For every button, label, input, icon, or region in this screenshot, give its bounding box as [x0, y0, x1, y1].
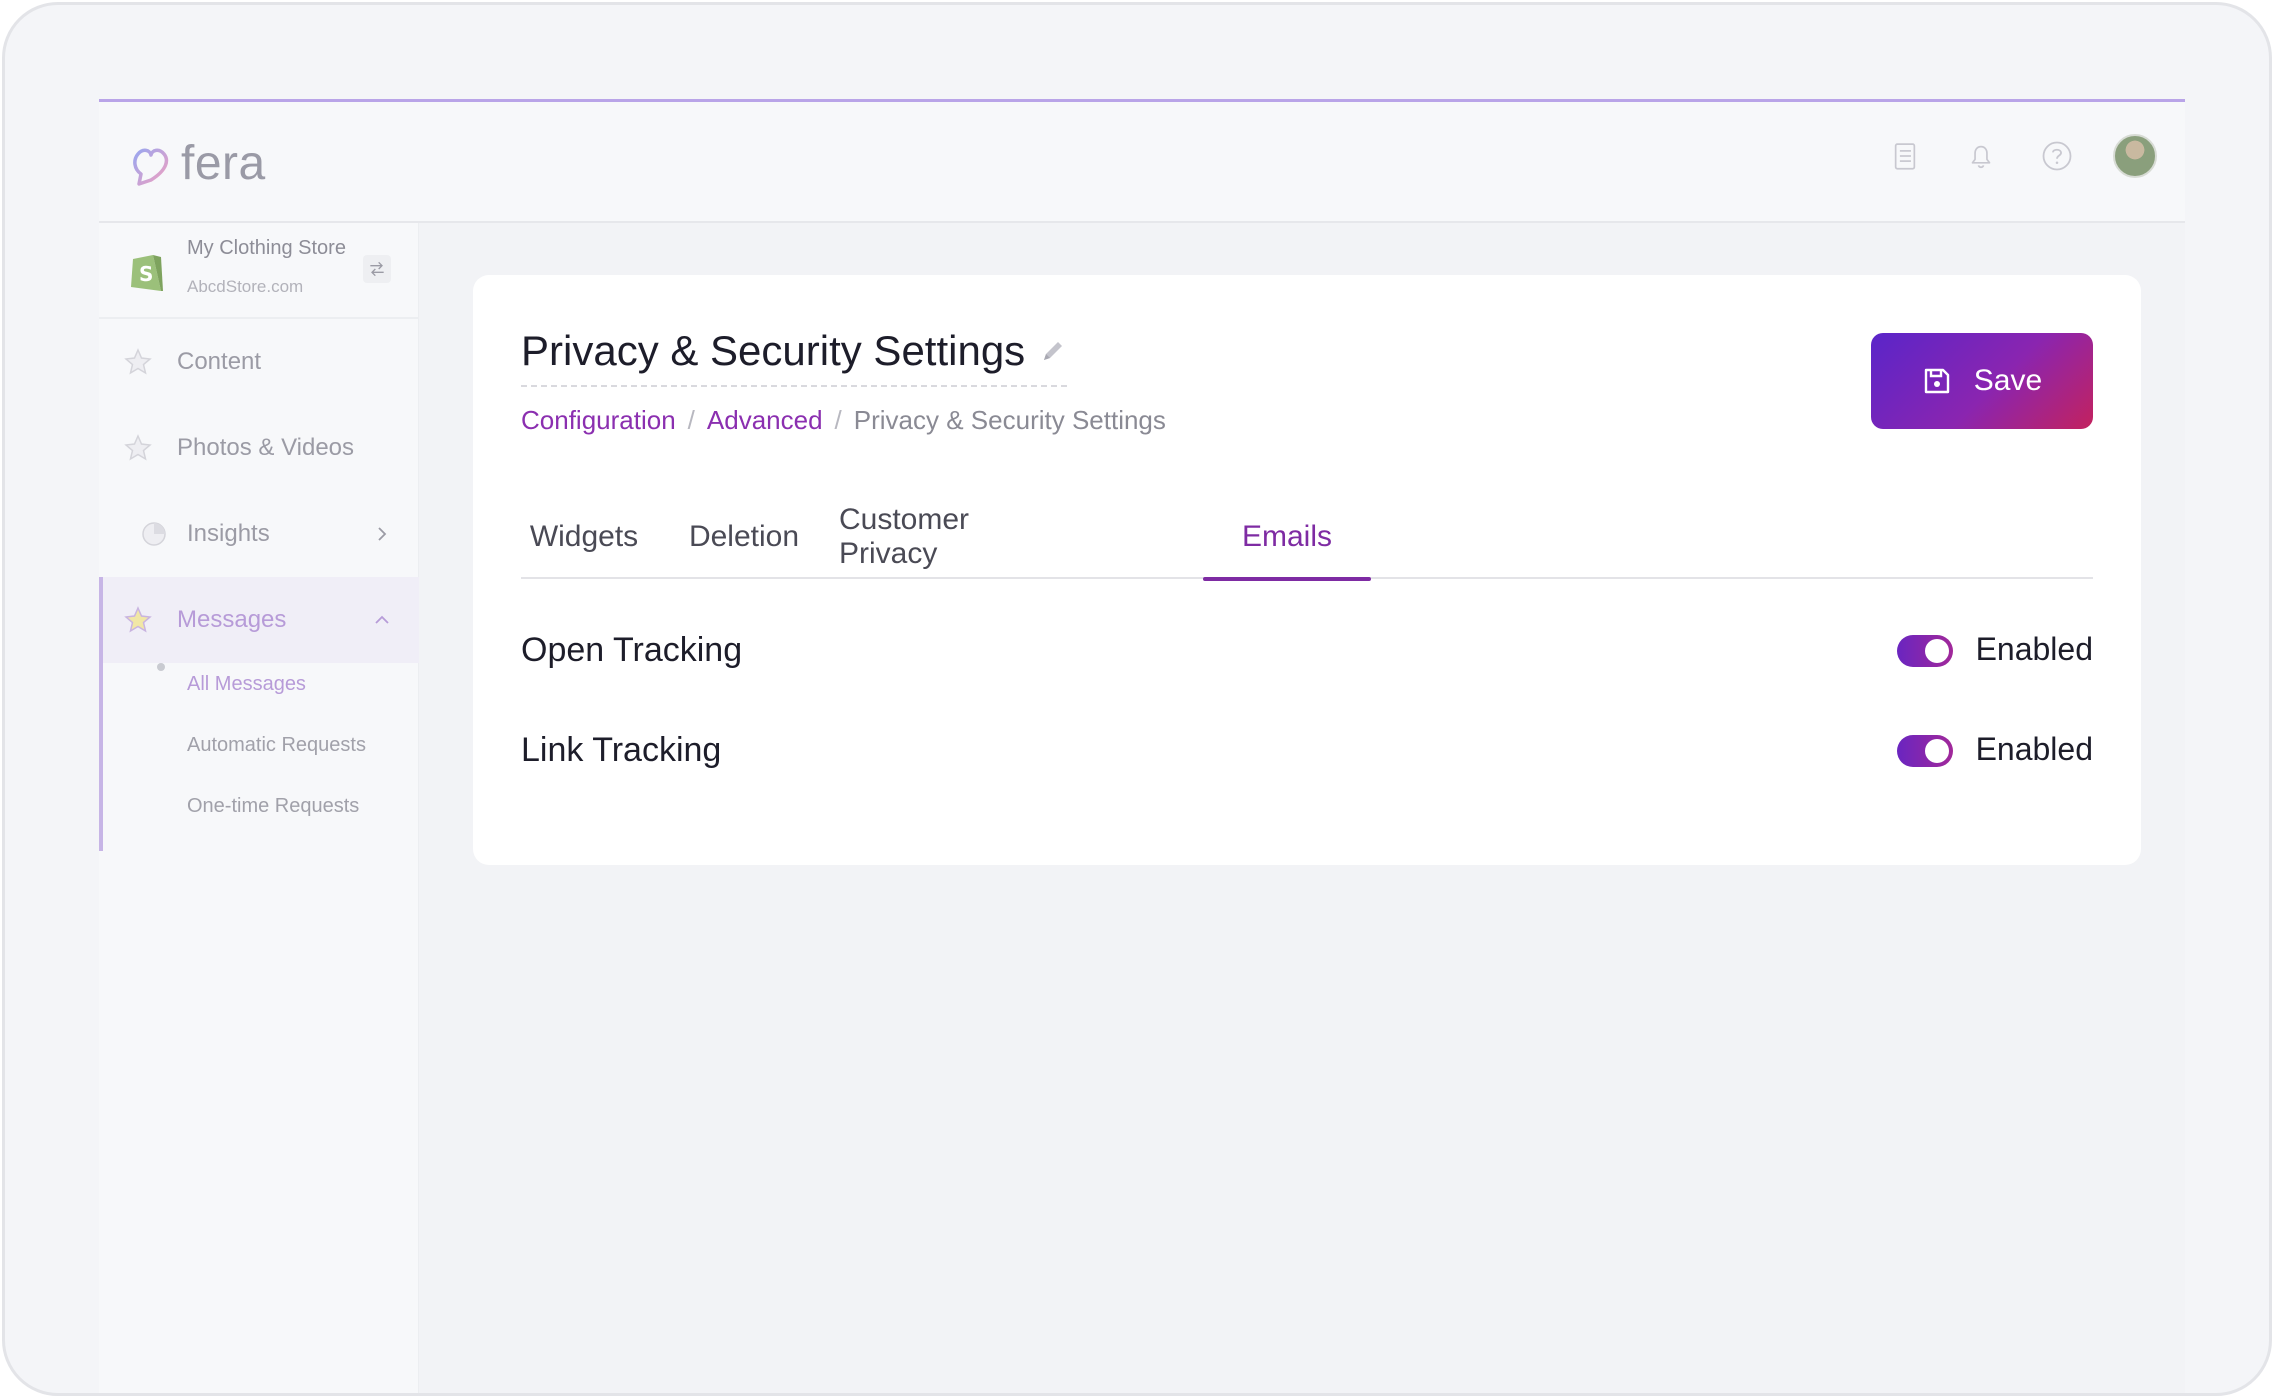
header-actions: [1885, 134, 2157, 178]
help-icon[interactable]: [2037, 136, 2077, 176]
setting-row-link-tracking: Link Tracking Enabled: [521, 723, 2093, 783]
sidebar-item-photos-videos[interactable]: Photos & Videos: [99, 405, 419, 491]
divider-dot: [157, 663, 165, 671]
breadcrumb-current: Privacy & Security Settings: [853, 405, 1166, 435]
setting-row-open-tracking: Open Tracking Enabled: [521, 623, 2093, 683]
sidebar-item-content[interactable]: Content: [99, 319, 419, 405]
tab-deletion[interactable]: Deletion: [681, 495, 807, 579]
breadcrumb: Configuration / Advanced / Privacy & Sec…: [521, 405, 1166, 436]
brand-logo[interactable]: fera: [129, 136, 266, 191]
submenu-item-automatic-requests[interactable]: Automatic Requests: [187, 734, 366, 757]
svg-text:S: S: [139, 262, 153, 286]
link-tracking-toggle[interactable]: [1897, 735, 1953, 767]
store-url: AbcdStore.com: [187, 277, 304, 296]
tab-emails[interactable]: Emails: [1203, 495, 1371, 581]
bell-icon[interactable]: [1961, 136, 2001, 176]
sidebar-item-label: Photos & Videos: [177, 434, 355, 461]
app-window: fera S My Clothing Store AbcdStore.com C…: [99, 99, 2185, 1393]
tab-bar: Widgets Deletion Customer Privacy Emails: [521, 495, 2093, 581]
floppy-disk-icon: [1924, 368, 1949, 394]
breadcrumb-separator: /: [834, 405, 842, 435]
chevron-up-icon: [375, 615, 389, 624]
user-avatar[interactable]: [2113, 134, 2157, 178]
save-button[interactable]: Save: [1871, 333, 2093, 429]
settings-card: Privacy & Security Settings Configuratio…: [473, 275, 2141, 865]
sidebar: S My Clothing Store AbcdStore.com Conten…: [99, 223, 419, 1393]
sidebar-item-label: Content: [177, 348, 262, 375]
page-title-wrap[interactable]: Privacy & Security Settings: [521, 327, 1068, 387]
submenu-item-all-messages[interactable]: All Messages: [187, 673, 306, 696]
star-icon: [124, 348, 152, 375]
tab-widgets[interactable]: Widgets: [521, 495, 647, 579]
swap-icon[interactable]: [363, 255, 391, 283]
store-switcher[interactable]: S My Clothing Store AbcdStore.com: [99, 223, 419, 319]
save-button-label: Save: [1973, 364, 2043, 397]
star-icon: [124, 434, 152, 461]
breadcrumb-separator: /: [687, 405, 695, 435]
toggle-state-label: Enabled: [1975, 731, 2093, 767]
open-tracking-toggle[interactable]: [1897, 635, 1953, 667]
clipboard-icon[interactable]: [1885, 136, 1925, 176]
heart-chat-icon: [133, 148, 169, 186]
chart-icon: [142, 522, 166, 546]
brand-name: fera: [181, 137, 266, 190]
sidebar-item-label: Insights: [187, 520, 270, 547]
pencil-icon[interactable]: [1039, 337, 1067, 365]
submenu-item-one-time-requests[interactable]: One-time Requests: [187, 795, 359, 818]
chevron-right-icon: [378, 527, 387, 541]
top-header: fera: [99, 102, 2185, 223]
sidebar-item-messages[interactable]: Messages: [99, 577, 419, 663]
sidebar-item-insights[interactable]: Insights: [99, 491, 419, 577]
page-title: Privacy & Security Settings: [521, 327, 1026, 374]
device-frame: fera S My Clothing Store AbcdStore.com C…: [2, 2, 2272, 1396]
sidebar-item-label: Messages: [177, 606, 287, 633]
breadcrumb-link-advanced[interactable]: Advanced: [707, 405, 823, 436]
store-name: My Clothing Store: [187, 237, 346, 259]
shopify-icon: S: [131, 255, 163, 291]
setting-label: Link Tracking: [521, 731, 722, 769]
breadcrumb-link-configuration[interactable]: Configuration: [521, 405, 676, 436]
messages-submenu: All Messages Automatic Requests One-time…: [99, 673, 419, 859]
tab-customer-privacy[interactable]: Customer Privacy: [839, 495, 1075, 579]
setting-label: Open Tracking: [521, 631, 743, 669]
toggle-state-label: Enabled: [1975, 631, 2093, 667]
star-icon: [124, 606, 152, 633]
